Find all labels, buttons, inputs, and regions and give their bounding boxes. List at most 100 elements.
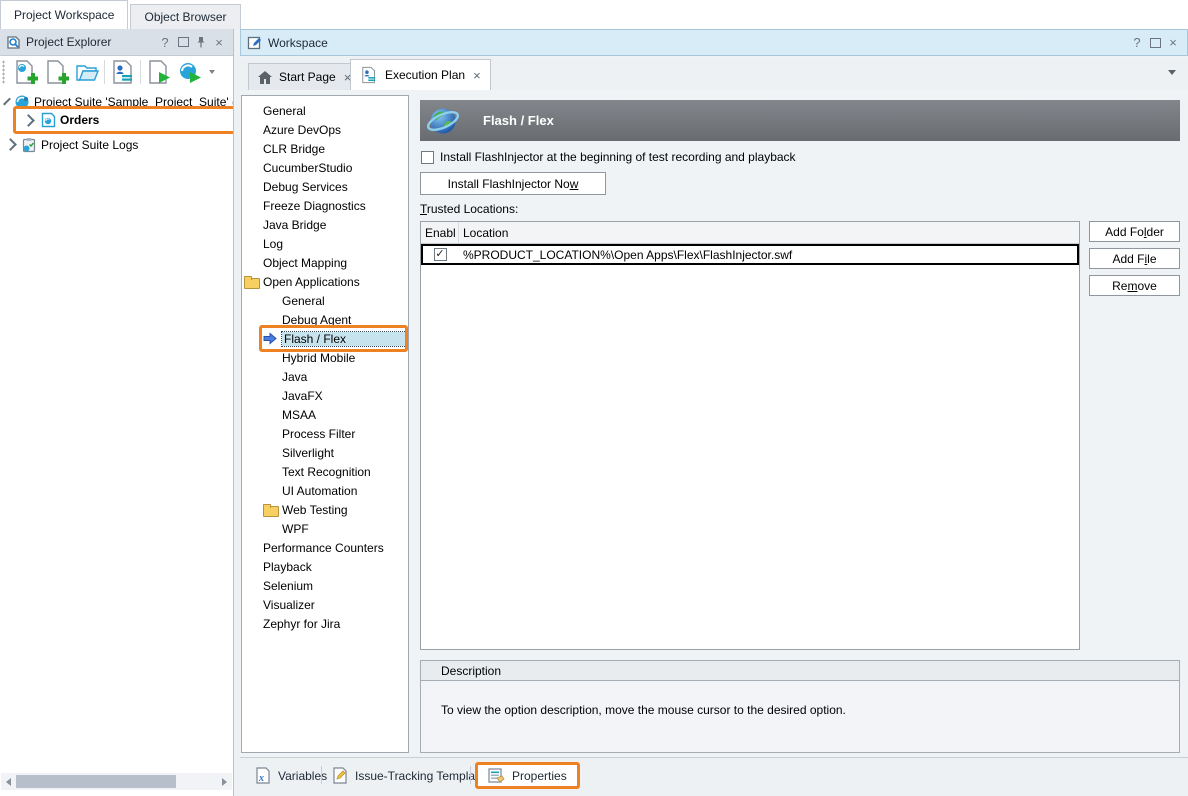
settings-list-item[interactable]: CLR Bridge [242,139,408,158]
settings-list-item[interactable]: Object Mapping [242,253,408,272]
panel-title: Project Explorer [26,35,155,49]
folder-icon [263,503,279,517]
settings-list-item[interactable]: General [242,101,408,120]
settings-list-item[interactable]: Text Recognition [242,462,408,481]
settings-list-item[interactable]: Log [242,234,408,253]
settings-list-item[interactable]: Web Testing [242,500,408,519]
tab-execution-plan[interactable]: Execution Plan × [350,59,491,90]
maximize-button[interactable] [1147,35,1163,51]
table-side-buttons: Add Folder Add File Remove [1089,221,1180,302]
chevron-right-icon[interactable] [4,138,17,151]
tab-list-caret[interactable] [1168,70,1176,75]
settings-list-item[interactable]: Debug Services [242,177,408,196]
horizontal-scrollbar[interactable] [1,773,232,790]
settings-list-item[interactable]: WPF [242,519,408,538]
top-tabbar: Project Workspace Object Browser [0,0,1188,29]
settings-list-item[interactable]: Azure DevOps [242,120,408,139]
workspace-panel: Workspace ? × Start Page × Execut [240,29,1188,796]
settings-list-item[interactable]: Selenium [242,576,408,595]
tree-item-project-suite-logs[interactable]: Project Suite Logs [0,135,233,154]
close-button[interactable]: × [211,34,227,50]
scrollbar-thumb[interactable] [16,775,176,788]
column-header-location[interactable]: Location [459,222,1079,243]
settings-list-item[interactable]: Debug Agent [242,310,408,329]
settings-list-item[interactable]: Flash / Flex [242,329,408,348]
close-button[interactable]: × [1165,35,1181,51]
workspace-icon [247,35,262,50]
settings-list-item[interactable]: Java [242,367,408,386]
main-area: Project Explorer ? × [0,29,1188,796]
description-header: Description [421,661,1179,681]
arrow-icon [263,332,279,346]
project-suite-logs-icon [21,137,37,153]
tab-start-page[interactable]: Start Page × [248,63,361,90]
settings-item-label: Log [263,237,283,251]
settings-list-item[interactable]: Visualizer [242,595,408,614]
scroll-left-arrow[interactable] [6,778,11,786]
pin-button[interactable] [193,34,209,50]
settings-list-item[interactable]: Silverlight [242,443,408,462]
add-project-icon[interactable] [40,58,71,86]
table-header: Enabl Location [421,222,1079,244]
scroll-right-arrow[interactable] [222,778,227,786]
settings-category-list: General Azure DevOps [241,95,409,753]
settings-item-label: Java Bridge [263,218,326,232]
close-tab-icon[interactable]: × [473,68,481,83]
settings-list-item[interactable]: CucumberStudio [242,158,408,177]
row-checkbox[interactable]: ✓ [434,248,447,261]
button-label: Install FlashInjector No [448,177,570,191]
open-file-icon[interactable] [71,58,102,86]
settings-item-label: Debug Agent [282,313,351,327]
enabled-cell: ✓ [421,248,459,261]
settings-list-item[interactable]: Hybrid Mobile [242,348,408,367]
organize-tests-icon[interactable] [107,58,138,86]
settings-item-label: Web Testing [282,503,348,517]
settings-item-label: Process Filter [282,427,355,441]
settings-list-item[interactable]: Performance Counters [242,538,408,557]
help-button[interactable]: ? [1129,35,1145,51]
settings-list-item[interactable]: Open Applications [242,272,408,291]
toolbar-options-caret[interactable] [205,58,219,86]
settings-list-item[interactable]: Playback [242,557,408,576]
install-flashinjector-now-button[interactable]: Install FlashInjector Now [420,172,606,195]
location-cell: %PRODUCT_LOCATION%\Open Apps\Flex\FlashI… [459,248,1079,262]
column-header-enabled[interactable]: Enabl [421,222,459,243]
settings-list-item[interactable]: MSAA [242,405,408,424]
install-flashinjector-checkbox[interactable] [421,151,434,164]
settings-item-label: Open Applications [263,275,360,289]
settings-item-label: WPF [282,522,309,536]
settings-list-item[interactable]: Java Bridge [242,215,408,234]
settings-item-label: Playback [263,560,312,574]
bottom-tabbar: x Variables Issue-Tracking Templates [240,757,1188,796]
settings-item-label: Zephyr for Jira [263,617,340,631]
run-project-icon[interactable] [143,58,174,86]
settings-list-item[interactable]: Process Filter [242,424,408,443]
help-button[interactable]: ? [157,34,173,50]
add-project-suite-icon[interactable] [9,58,40,86]
run-project-suite-icon[interactable] [174,58,205,86]
maximize-button[interactable] [175,34,191,50]
settings-list-item[interactable]: Zephyr for Jira [242,614,408,633]
properties-icon [488,768,505,784]
chevron-down-icon[interactable] [3,98,11,106]
description-panel: Description To view the option descripti… [420,660,1180,753]
settings-item-label: General [282,294,325,308]
side-button[interactable]: Add Folder [1089,221,1180,242]
toolbar-separator [140,60,141,84]
chevron-right-icon[interactable] [22,114,35,127]
settings-item-label: Flash / Flex [282,332,406,346]
side-button[interactable]: Add File [1089,248,1180,269]
table-row[interactable]: ✓ %PRODUCT_LOCATION%\Open Apps\Flex\Flas… [421,244,1079,265]
tree-item-orders-highlight[interactable]: Orders [13,106,233,134]
settings-list-item[interactable]: General [242,291,408,310]
tab-object-browser[interactable]: Object Browser [130,4,240,29]
settings-list-item[interactable]: Freeze Diagnostics [242,196,408,215]
settings-item-label: JavaFX [282,389,323,403]
settings-list-item[interactable]: JavaFX [242,386,408,405]
folder-icon [244,275,260,289]
side-button[interactable]: Remove [1089,275,1180,296]
settings-item-label: Selenium [263,579,313,593]
tab-properties[interactable]: Properties [475,762,580,789]
tab-project-workspace[interactable]: Project Workspace [0,0,128,29]
settings-list-item[interactable]: UI Automation [242,481,408,500]
